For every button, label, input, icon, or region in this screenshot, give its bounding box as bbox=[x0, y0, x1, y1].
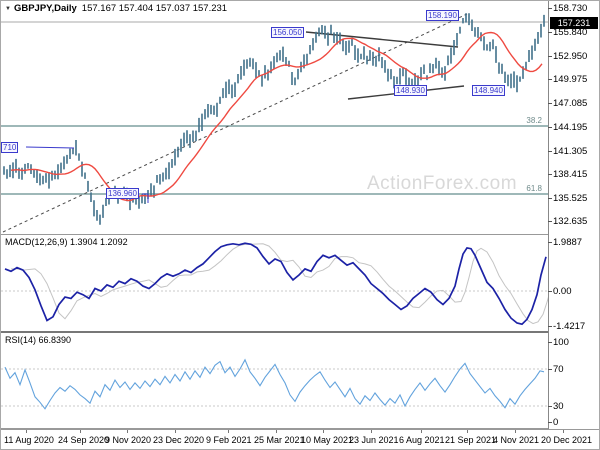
price-object-label[interactable]: 148.930 bbox=[394, 85, 427, 96]
date-axis-label: 9 Feb 2021 bbox=[206, 435, 252, 445]
date-axis-label: 9 Nov 2020 bbox=[105, 435, 152, 445]
axis-tick bbox=[548, 103, 552, 104]
price-object-label[interactable]: 158.190 bbox=[426, 10, 459, 21]
axis-tick bbox=[548, 127, 552, 128]
chart-title: ▼ GBPJPY,Daily 157.167 157.404 157.037 157… bbox=[5, 3, 227, 14]
price-axis-label: 141.305 bbox=[553, 146, 588, 157]
date-axis-tick bbox=[80, 430, 81, 433]
price-axis-label: 158.730 bbox=[553, 3, 588, 14]
macd-axis-label: 1.9887 bbox=[553, 237, 583, 248]
axis-tick bbox=[548, 221, 552, 222]
date-axis-label: 23 Jun 2021 bbox=[349, 435, 399, 445]
price-object-label[interactable]: 136.960 bbox=[106, 188, 139, 199]
price-axis-label: 138.415 bbox=[553, 169, 588, 180]
macd-axis-label: -1.4217 bbox=[553, 321, 586, 332]
chart-symbol-timeframe: GBPJPY,Daily bbox=[13, 3, 77, 14]
watermark: ActionForex.com bbox=[367, 173, 518, 194]
date-axis-label: 4 Nov 2021 bbox=[493, 435, 540, 445]
rsi-axis-label: 100 bbox=[553, 337, 569, 348]
date-axis-label: 21 Sep 2021 bbox=[445, 435, 497, 445]
chart-ohlc-values: 157.167 157.404 157.037 157.231 bbox=[81, 3, 228, 14]
axis-tick bbox=[548, 79, 552, 80]
date-axis-tick bbox=[276, 430, 277, 433]
date-axis-tick bbox=[127, 430, 128, 433]
macd-main-line[interactable] bbox=[4, 242, 547, 326]
rsi-canvas[interactable] bbox=[1, 333, 548, 428]
date-axis-tick bbox=[228, 430, 229, 433]
macd-canvas[interactable] bbox=[1, 235, 548, 331]
rsi-indicator-label: RSI(14) 66.8390 bbox=[5, 335, 72, 345]
axis-tick bbox=[548, 174, 552, 175]
date-axis-label: 24 Sep 2020 bbox=[58, 435, 110, 445]
date-axis-label: 6 Aug 2021 bbox=[399, 435, 445, 445]
axis-tick bbox=[548, 291, 552, 292]
current-price-badge: 157.231 bbox=[550, 17, 598, 29]
chart-window: ▼ GBPJPY,Daily 157.167 157.404 157.037 157… bbox=[0, 0, 600, 450]
price-axis[interactable]: 157.231 158.730 155.840 152.950 149.975 147.… bbox=[548, 1, 599, 429]
axis-tick bbox=[548, 242, 552, 243]
axis-tick bbox=[548, 326, 552, 327]
axis-tick bbox=[548, 198, 552, 199]
date-axis-tick bbox=[371, 430, 372, 433]
axis-tick bbox=[548, 406, 552, 407]
price-object-label[interactable]: 710 bbox=[1, 142, 19, 153]
rsi-panel[interactable]: RSI(14) 66.8390 bbox=[1, 333, 548, 429]
symbol-dropdown-icon[interactable]: ▼ bbox=[5, 6, 11, 12]
price-axis-label: 147.085 bbox=[553, 98, 588, 109]
date-axis-tick bbox=[563, 430, 564, 433]
date-axis-label: 20 Dec 2021 bbox=[541, 435, 593, 445]
axis-tick bbox=[548, 369, 552, 370]
axis-tick bbox=[548, 32, 552, 33]
macd-panel[interactable]: MACD(12,26,9) 1.3904 1.2092 bbox=[1, 235, 548, 333]
macd-indicator-label: MACD(12,26,9) 1.3904 1.2092 bbox=[5, 237, 128, 247]
date-axis-label: 25 Mar 2021 bbox=[254, 435, 305, 445]
fib-level-label: 61.8 bbox=[526, 184, 542, 193]
price-object-label[interactable]: 148.940 bbox=[472, 85, 505, 96]
price-axis-label: 132.635 bbox=[553, 216, 588, 227]
date-axis-tick bbox=[515, 430, 516, 433]
axis-tick bbox=[548, 8, 552, 9]
rsi-axis-label: 30 bbox=[553, 401, 564, 412]
macd-signal-line[interactable] bbox=[11, 243, 548, 325]
axis-tick bbox=[548, 151, 552, 152]
axis-tick bbox=[548, 342, 552, 343]
rsi-axis-label: 0 bbox=[553, 417, 559, 428]
date-axis-label: 10 May 2021 bbox=[301, 435, 354, 445]
price-chart-panel[interactable]: ▼ GBPJPY,Daily 157.167 157.404 157.037 157… bbox=[1, 1, 548, 235]
macd-axis-label: 0.00 bbox=[553, 286, 572, 297]
price-label-leader bbox=[25, 146, 75, 149]
fib-level-label: 38.2 bbox=[526, 116, 542, 125]
dashed-trendline[interactable] bbox=[2, 13, 468, 233]
rsi-axis-label: 70 bbox=[553, 364, 564, 375]
date-axis-label: 11 Aug 2020 bbox=[4, 435, 54, 445]
date-axis-tick bbox=[323, 430, 324, 433]
rsi-line[interactable] bbox=[4, 358, 545, 410]
date-axis-tick bbox=[26, 430, 27, 433]
price-axis-label: 144.195 bbox=[553, 122, 588, 133]
date-axis-tick bbox=[421, 430, 422, 433]
price-axis-label: 152.950 bbox=[553, 51, 588, 62]
date-axis-label: 23 Dec 2020 bbox=[153, 435, 205, 445]
axis-tick bbox=[548, 56, 552, 57]
axis-tick bbox=[548, 422, 552, 423]
price-axis-label: 149.975 bbox=[553, 74, 588, 85]
price-axis-label: 135.525 bbox=[553, 193, 588, 204]
date-axis-tick bbox=[175, 430, 176, 433]
price-object-label[interactable]: 156.050 bbox=[271, 27, 304, 38]
date-axis[interactable]: 11 Aug 2020 24 Sep 2020 9 Nov 2020 23 Dec 2… bbox=[1, 429, 599, 449]
date-axis-tick bbox=[467, 430, 468, 433]
